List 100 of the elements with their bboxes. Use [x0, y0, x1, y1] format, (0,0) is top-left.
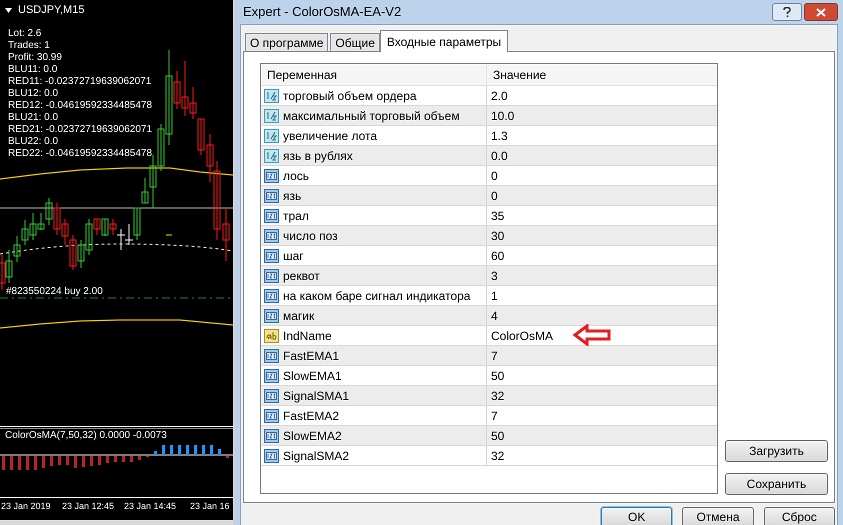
parameter-value[interactable]: 7 [491, 346, 498, 364]
chart-info-text: Trades: 1 [8, 40, 51, 52]
parameter-value[interactable]: 50 [491, 366, 504, 384]
decimal-type-icon [264, 148, 279, 162]
number-type-icon [264, 248, 279, 262]
table-row[interactable]: число поз 30 [261, 226, 717, 246]
parameter-value[interactable]: 3 [491, 266, 498, 284]
parameter-name: реквот [283, 268, 320, 284]
table-row[interactable]: SlowEMA2 50 [261, 426, 717, 446]
dialog-button[interactable]: Отмена [682, 507, 754, 525]
table-row[interactable]: на каком баре сигнал индикатора 1 [261, 286, 717, 306]
parameter-name: число поз [283, 228, 338, 244]
chart-info-text: BLU22: 0.0 [8, 136, 60, 148]
histogram-bar [130, 456, 133, 462]
dropdown-triangle-icon[interactable] [5, 8, 12, 13]
histogram-bar [218, 449, 221, 455]
table-row[interactable]: SignalSMA1 32 [261, 386, 717, 406]
table-row[interactable]: магик 4 [261, 306, 717, 326]
question-icon [783, 6, 791, 18]
number-type-icon [264, 408, 279, 422]
number-type-icon [264, 188, 279, 202]
column-header[interactable]: Переменная [261, 64, 487, 85]
parameter-value[interactable]: 2.0 [491, 86, 508, 104]
histogram-bar [90, 456, 93, 466]
parameter-value[interactable]: 32 [491, 386, 504, 404]
parameter-name: FastEMA1 [283, 348, 340, 364]
parameter-name: SignalSMA2 [283, 448, 350, 464]
tab[interactable]: О программе [245, 33, 328, 52]
table-row[interactable]: FastEMA1 7 [261, 346, 717, 366]
table-row[interactable]: торговый объем ордера 2.0 [261, 86, 717, 106]
parameter-value[interactable]: 32 [491, 446, 504, 464]
marker-line [166, 234, 172, 236]
tab[interactable]: Общие [330, 33, 380, 52]
histogram-bar [170, 445, 173, 455]
parameter-value[interactable]: 60 [491, 246, 504, 264]
table-row[interactable]: трал 35 [261, 206, 717, 226]
side-button[interactable]: Сохранить [725, 473, 828, 495]
dialog-button[interactable]: OK [601, 507, 672, 525]
close-button[interactable] [804, 3, 838, 21]
parameter-value[interactable]: 35 [491, 206, 504, 224]
help-button[interactable] [772, 3, 802, 21]
parameter-value[interactable]: 7 [491, 406, 498, 424]
number-type-icon [264, 428, 279, 442]
parameter-name: лось [283, 168, 310, 184]
number-type-icon [264, 288, 279, 302]
table-row[interactable]: лось 0 [261, 166, 717, 186]
chart-info-text: RED11: -0.02372719639062071 [8, 76, 152, 88]
table-row[interactable]: SignalSMA2 32 [261, 446, 717, 466]
table-row[interactable]: шаг 60 [261, 246, 717, 266]
time-axis-label: 23 Jan 14:45 [124, 500, 176, 512]
window-title: Expert - ColorOsMA-EA-V2 [243, 3, 402, 22]
number-type-icon [264, 208, 279, 222]
number-type-icon [264, 308, 279, 322]
parameter-name: шаг [283, 248, 304, 264]
time-axis-label: 23 Jan 2019 [1, 500, 51, 512]
histogram-bar [74, 456, 77, 468]
histogram-bar [162, 445, 165, 455]
number-type-icon [264, 388, 279, 402]
parameter-value[interactable]: 0.0 [491, 146, 508, 164]
parameter-value[interactable]: 0 [491, 186, 498, 204]
histogram-bar [106, 456, 109, 463]
parameter-value[interactable]: 1.3 [491, 126, 508, 144]
parameter-value[interactable]: 10.0 [491, 106, 514, 124]
chart-info-text: Profit: 30.99 [8, 52, 63, 64]
parameter-value[interactable]: 30 [491, 226, 504, 244]
histogram-bar [138, 456, 141, 460]
parameter-name: увеличение лота [283, 128, 378, 144]
parameter-value[interactable]: 4 [491, 306, 498, 324]
parameter-name: FastEMA2 [283, 408, 340, 424]
histogram-bar [178, 445, 181, 455]
candle [116, 228, 126, 250]
table-row[interactable]: язь в рублях 0.0 [261, 146, 717, 166]
parameter-value[interactable]: ColorOsMA [491, 326, 554, 344]
chart-info-text: RED12: -0.04619592334485478 [8, 100, 152, 112]
chart-info-text: BLU11: 0.0 [8, 64, 58, 76]
table-row[interactable]: IndName ColorOsMA [261, 326, 717, 346]
table-row[interactable]: реквот 3 [261, 266, 717, 286]
histogram-bar [114, 456, 117, 462]
parameter-name: трал [283, 208, 309, 224]
parameter-value[interactable]: 0 [491, 166, 498, 184]
parameter-name: IndName [283, 328, 332, 344]
table-row[interactable]: язь 0 [261, 186, 717, 206]
number-type-icon [264, 268, 279, 282]
chart-info-text: RED22: -0.04619592334485478 [8, 148, 152, 160]
dialog-button[interactable]: Сброс [764, 507, 835, 525]
histogram-bar [210, 445, 213, 455]
table-row[interactable]: FastEMA2 7 [261, 406, 717, 426]
chart-info-text: RED21: -0.02372719639062071 [8, 124, 152, 136]
tab[interactable]: Входные параметры [380, 30, 508, 52]
side-button[interactable]: Загрузить [725, 440, 828, 462]
table-row[interactable]: увеличение лота 1.3 [261, 126, 717, 146]
number-type-icon [264, 448, 279, 462]
parameter-value[interactable]: 1 [491, 286, 498, 304]
histogram-bar [58, 456, 61, 465]
table-row[interactable]: SlowEMA1 50 [261, 366, 717, 386]
table-row[interactable]: максимальный торговый объем 10.0 [261, 106, 717, 126]
column-header[interactable]: Значение [487, 64, 717, 85]
parameter-value[interactable]: 50 [491, 426, 504, 444]
histogram-bar [194, 445, 197, 455]
number-type-icon [264, 368, 279, 382]
